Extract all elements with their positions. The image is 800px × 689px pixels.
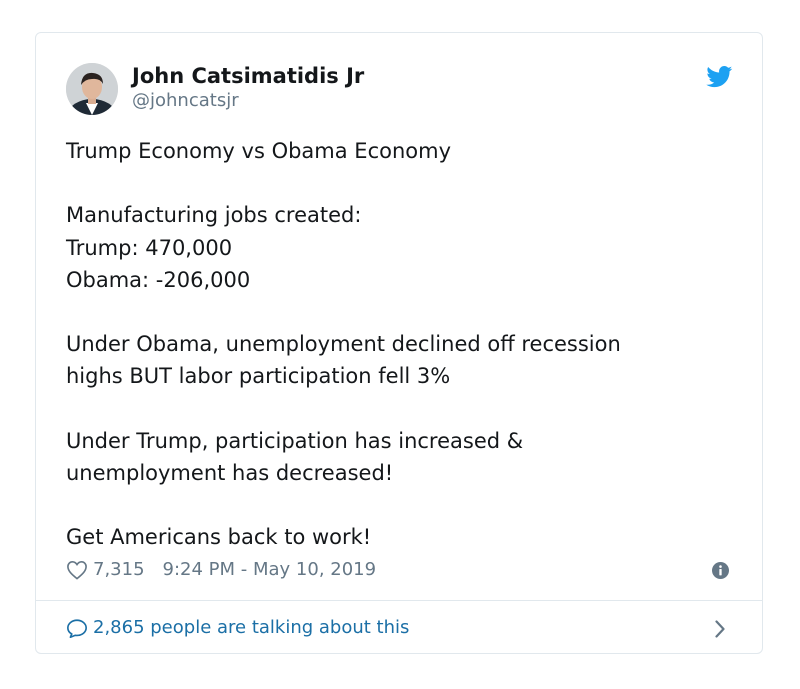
tweet-card[interactable]: John Catsimatidis Jr @johncatsjr Trump E… (35, 32, 763, 654)
heart-icon[interactable] (66, 560, 88, 580)
tweet-line: highs BUT labor participation fell 3% (66, 364, 451, 389)
tweet-line: Trump: 470,000 (66, 235, 233, 260)
divider (36, 600, 762, 601)
talking-link[interactable]: 2,865 people are talking about this (66, 616, 409, 640)
twitter-bird-icon[interactable] (706, 66, 733, 88)
author-name[interactable]: John Catsimatidis Jr (132, 63, 364, 89)
speech-bubble-icon (67, 618, 87, 638)
talking-label[interactable]: 2,865 people are talking about this (93, 616, 409, 640)
avatar[interactable] (66, 63, 118, 115)
chevron-right-icon[interactable] (714, 619, 726, 639)
like-count[interactable]: 7,315 (93, 558, 145, 582)
tweet-line: Obama: -206,000 (66, 267, 251, 292)
tweet-line: Under Trump, participation has increased… (66, 428, 524, 453)
tweet-line: Under Obama, unemployment declined off r… (66, 332, 621, 357)
tweet-line: unemployment has decreased! (66, 460, 394, 485)
tweet-line: Trump Economy vs Obama Economy (66, 139, 452, 163)
tweet-timestamp[interactable]: 9:24 PM - May 10, 2019 (163, 558, 377, 582)
info-icon[interactable] (712, 562, 729, 579)
tweet-meta: 7,315 9:24 PM - May 10, 2019 (66, 558, 376, 582)
tweet-text: Trump Economy vs Obama Economy Manufactu… (66, 135, 736, 554)
author-handle[interactable]: @johncatsjr (132, 90, 239, 112)
tweet-line: Get Americans back to work! (66, 525, 372, 550)
tweet-line: Manufacturing jobs created: (66, 203, 362, 228)
